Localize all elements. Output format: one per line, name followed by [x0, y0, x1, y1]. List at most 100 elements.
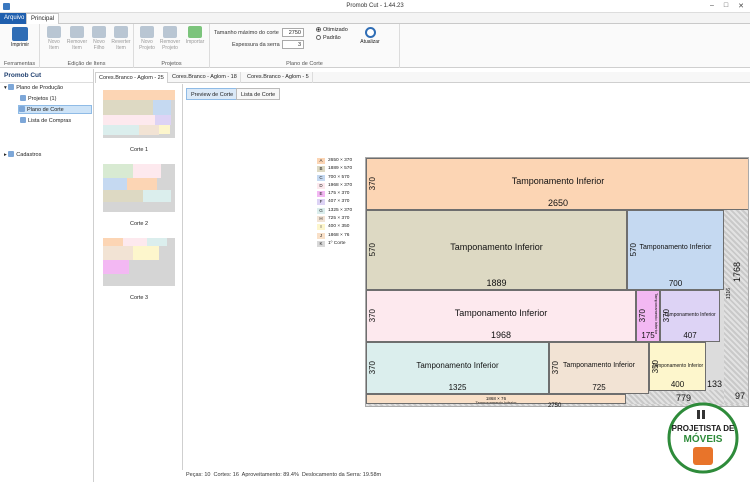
sidebar-title: Promob Cut	[0, 69, 93, 83]
new-child-label: Novo Filho	[93, 39, 105, 51]
cut-piece[interactable]: Tamponamento Inferior 1968 370	[366, 290, 636, 342]
refresh-button[interactable]: Atualizar	[357, 27, 383, 45]
piece-height: 570	[368, 243, 377, 257]
legend-text: 1º Corte	[328, 240, 346, 246]
cut-piece[interactable]: Tamponamento Inferior 700 570	[627, 210, 724, 290]
radio-padrao[interactable]: Padrão	[316, 35, 341, 41]
piece-width: 175	[641, 331, 655, 340]
refresh-icon	[364, 27, 376, 38]
piece-width: 725	[592, 383, 606, 392]
doc-tab-18[interactable]: Cores.Branco - Aglom - 18	[169, 72, 241, 83]
piece-width: 1968	[490, 330, 512, 340]
reverse-icon	[114, 26, 128, 38]
minus-icon	[70, 26, 84, 38]
preview-de-corte-button[interactable]: Preview de Corte	[186, 88, 239, 100]
import-label: Importar	[185, 39, 205, 45]
close-icon[interactable]: ✕	[735, 2, 747, 10]
new-child-button[interactable]: Novo Filho	[88, 26, 110, 51]
piece-name: Tamponamento Inferior	[511, 176, 605, 186]
legend-swatch: J	[317, 232, 325, 239]
max-cut-input[interactable]: 2750	[282, 28, 304, 37]
legend-swatch: F	[317, 199, 325, 206]
print-label: Imprimir	[10, 42, 30, 48]
new-item-button[interactable]: Novo Item	[43, 26, 65, 51]
legend-row: E 175 × 370	[317, 190, 363, 198]
tree-lista-compras[interactable]: Lista de Compras	[20, 117, 71, 124]
list-icon	[20, 117, 26, 123]
reverse-item-label: Reverter Item	[111, 39, 131, 51]
new-project-button[interactable]: Novo Projeto	[136, 26, 158, 51]
new-item-label: Novo Item	[48, 39, 60, 51]
piece-height: 570	[629, 243, 638, 257]
legend-text: 700 × 570	[328, 174, 350, 180]
lista-de-corte-button[interactable]: Lista de Corte	[236, 88, 281, 100]
print-button[interactable]: Imprimir	[9, 27, 31, 48]
group-label-projects: Projetos	[161, 61, 182, 67]
ribbon-tabs: Arquivo Principal	[0, 13, 750, 25]
child-icon	[92, 26, 106, 38]
tree-label: Plano de Produção	[16, 85, 64, 91]
legend-row: H 725 × 370	[317, 215, 363, 223]
board-height-dim: 1768	[732, 262, 742, 283]
tab-arquivo[interactable]: Arquivo	[0, 13, 29, 24]
legend-row: G 1325 × 370	[317, 207, 363, 215]
tree-plano-producao[interactable]: ▾ Plano de Produção	[4, 84, 63, 91]
cut-piece-strip[interactable]: 1868 × 76 Tamponamento Inferior	[366, 394, 626, 404]
tree-plano-corte[interactable]: Plano de Corte	[18, 105, 92, 114]
thumb-corte-2[interactable]	[103, 164, 175, 212]
piece-name: Tamponamento Inferior	[563, 362, 635, 369]
group-ferramentas: Imprimir Ferramentas	[0, 24, 40, 68]
piece-name: Tamponamento Inferior	[454, 308, 548, 318]
thumb-label: Corte 1	[129, 147, 149, 153]
thumb-corte-1[interactable]	[103, 90, 175, 138]
cut-piece[interactable]: Tamponamento Inferior 1325 370	[366, 342, 549, 394]
legend-swatch: D	[317, 182, 325, 189]
doc-tab-25[interactable]: Cores.Branco - Aglom - 25	[95, 72, 168, 83]
cut-piece[interactable]: Tamponamento Inferior 725 370	[549, 342, 649, 394]
legend-row: J 1868 × 76	[317, 232, 363, 240]
piece-name: Tamponamento Inferior	[450, 242, 543, 252]
legend-swatch: K	[317, 240, 325, 247]
legend-row: A 2650 × 370	[317, 157, 363, 165]
minimize-icon[interactable]: –	[706, 2, 718, 9]
cut-piece[interactable]: Tamponamento Inferior 400 350	[649, 342, 706, 391]
remove-project-button[interactable]: Remover Projeto	[159, 26, 181, 51]
cut-plan-icon	[19, 106, 25, 112]
reverse-item-button[interactable]: Reverter Item	[110, 26, 132, 51]
cut-piece[interactable]: Tamponamento Inferior 1889 570	[366, 210, 627, 290]
thumb-label: Corte 2	[129, 221, 149, 227]
legend-row: F 407 × 370	[317, 198, 363, 206]
piece-name: Tamponamento Inferior	[475, 400, 517, 404]
new-project-label: Novo Projeto	[139, 39, 155, 51]
piece-height: 370	[368, 361, 377, 375]
piece-width: 1325	[448, 383, 467, 392]
legend: A 2650 × 370 B 1889 × 570 C 700 × 570 D 1968 × …	[317, 157, 363, 248]
piece-height: 370	[551, 361, 560, 375]
maximize-icon[interactable]: □	[720, 2, 732, 9]
cut-board: Tamponamento Inferior 2650 370 Tamponamento…	[365, 157, 749, 407]
document-tabs: Cores.Branco - Aglom - 25 Cores.Branco -…	[95, 72, 750, 83]
legend-swatch: A	[317, 158, 325, 164]
piece-height: 350	[651, 359, 660, 373]
refresh-label: Atualizar	[360, 39, 380, 45]
group-label-edit: Edição de Itens	[67, 61, 106, 67]
radio-selected-icon	[316, 27, 321, 32]
saw-thickness-input[interactable]: 3	[282, 40, 304, 49]
remove-item-button[interactable]: Remover Item	[66, 26, 88, 51]
doc-tab-5[interactable]: Cores.Branco - Aglom - 5	[244, 72, 313, 83]
saw-thickness-label: Espessura da serra	[232, 42, 280, 48]
legend-text: 175 × 370	[328, 191, 350, 197]
tree-cadastros[interactable]: ▸ Cadastros	[4, 151, 41, 158]
cut-piece[interactable]: Tamponamento Inferior 2650 370	[366, 158, 748, 210]
folder-icon	[8, 84, 15, 90]
cut-piece[interactable]: Tamponamento Inferior 407 370	[660, 290, 720, 342]
piece-height: 370	[638, 309, 647, 323]
thumb-corte-3[interactable]	[103, 238, 175, 286]
import-button[interactable]: Importar	[184, 26, 206, 45]
cut-piece[interactable]: Tamponamento Inferior 175 370	[636, 290, 660, 342]
radio-otimizado[interactable]: Otimizado	[316, 27, 348, 33]
tree-label: Cadastros	[16, 152, 42, 158]
status-saw: Deslocamento da Serra: 19.58m	[301, 472, 382, 478]
legend-text: 1868 × 76	[328, 232, 350, 238]
tree-projetos[interactable]: Projetos (1)	[20, 95, 56, 102]
